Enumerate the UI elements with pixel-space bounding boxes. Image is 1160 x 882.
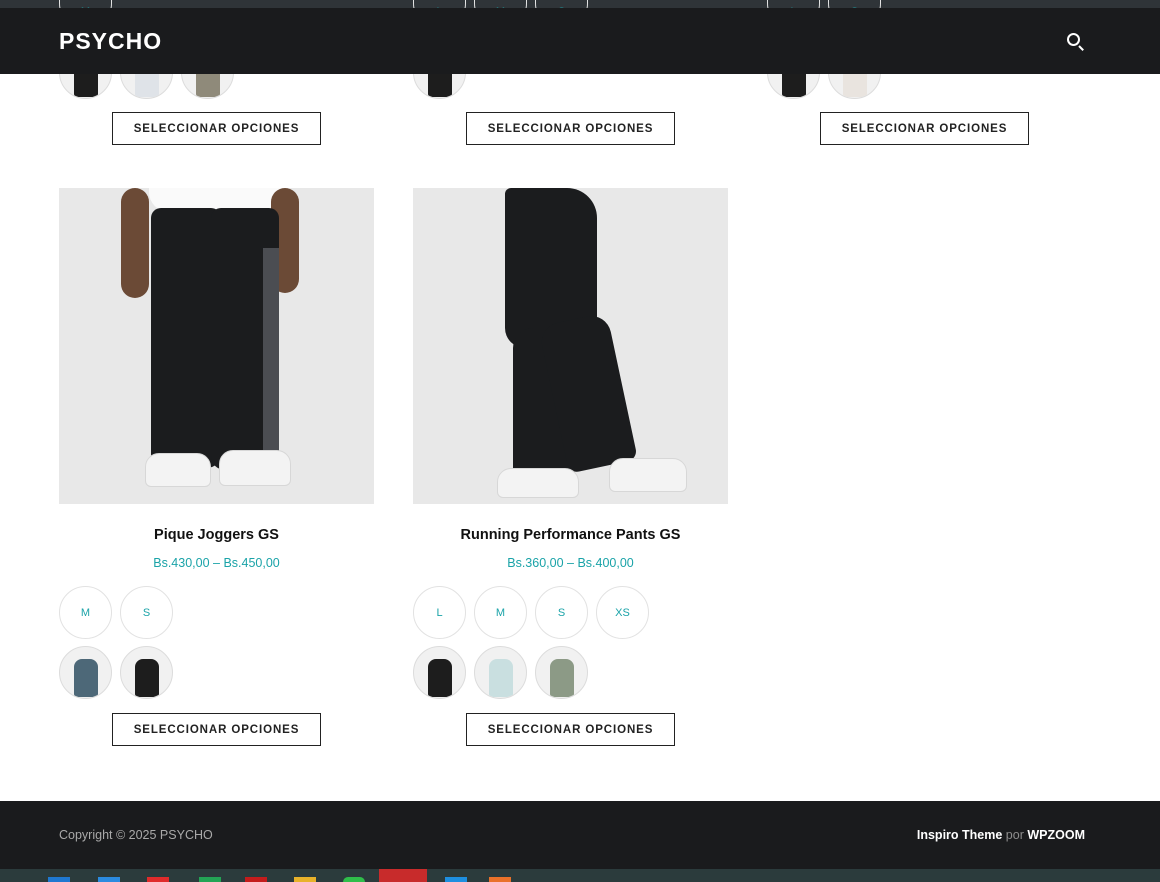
- select-options-button[interactable]: SELECCIONAR OPCIONES: [466, 112, 675, 145]
- app-icon[interactable]: [199, 877, 221, 882]
- app-icon[interactable]: [445, 877, 467, 882]
- app-icon[interactable]: [48, 877, 70, 882]
- copyright-text: Copyright © 2025 PSYCHO: [59, 828, 213, 842]
- chat-app-icon[interactable]: [343, 877, 365, 882]
- search-icon[interactable]: [1065, 31, 1085, 51]
- app-icon[interactable]: [98, 877, 120, 882]
- size-options: M S: [59, 586, 374, 639]
- color-swatches: [413, 646, 728, 699]
- size-option[interactable]: M: [59, 586, 112, 639]
- author-link[interactable]: WPZOOM: [1027, 828, 1085, 842]
- product-card: Pique Joggers GS Bs.430,00 – Bs.450,00 M…: [59, 188, 374, 746]
- site-footer: Copyright © 2025 PSYCHO Inspiro Theme po…: [0, 801, 1160, 869]
- product-title[interactable]: Running Performance Pants GS: [413, 527, 728, 547]
- app-icon[interactable]: [489, 877, 511, 882]
- select-options-button[interactable]: SELECCIONAR OPCIONES: [112, 112, 321, 145]
- color-swatch[interactable]: [120, 646, 173, 699]
- size-option[interactable]: M: [474, 586, 527, 639]
- theme-credits: Inspiro Theme por WPZOOM: [917, 828, 1085, 842]
- product-card: Running Performance Pants GS Bs.360,00 –…: [413, 188, 728, 746]
- select-options-button[interactable]: SELECCIONAR OPCIONES: [112, 713, 321, 746]
- size-option[interactable]: S: [120, 586, 173, 639]
- site-logo[interactable]: PSYCHO: [59, 28, 162, 55]
- color-swatch[interactable]: [474, 646, 527, 699]
- theme-link[interactable]: Inspiro Theme: [917, 828, 1002, 842]
- color-swatch[interactable]: [59, 646, 112, 699]
- product-price: Bs.430,00 – Bs.450,00: [153, 556, 280, 570]
- active-app-icon[interactable]: [379, 869, 427, 882]
- product-title[interactable]: Pique Joggers GS: [59, 527, 374, 547]
- color-swatch[interactable]: [413, 646, 466, 699]
- product-price: Bs.360,00 – Bs.400,00: [507, 556, 634, 570]
- site-header: PSYCHO: [0, 8, 1160, 74]
- product-image[interactable]: [413, 188, 728, 504]
- app-icon[interactable]: [147, 877, 169, 882]
- select-options-button[interactable]: SELECCIONAR OPCIONES: [466, 713, 675, 746]
- credits-separator: por: [1005, 828, 1024, 842]
- size-option[interactable]: XS: [596, 586, 649, 639]
- size-options: L M S XS: [413, 586, 728, 639]
- color-swatch[interactable]: [535, 646, 588, 699]
- size-option[interactable]: S: [535, 586, 588, 639]
- page: M SELECCIONAR OPCIONES L M S SELECCIONAR…: [0, 0, 1160, 882]
- product-image[interactable]: [59, 188, 374, 504]
- size-option[interactable]: L: [413, 586, 466, 639]
- select-options-button[interactable]: SELECCIONAR OPCIONES: [820, 112, 1029, 145]
- app-icon[interactable]: [245, 877, 267, 882]
- os-taskbar: [0, 869, 1160, 882]
- color-swatches: [59, 646, 374, 699]
- folder-icon[interactable]: [294, 877, 316, 882]
